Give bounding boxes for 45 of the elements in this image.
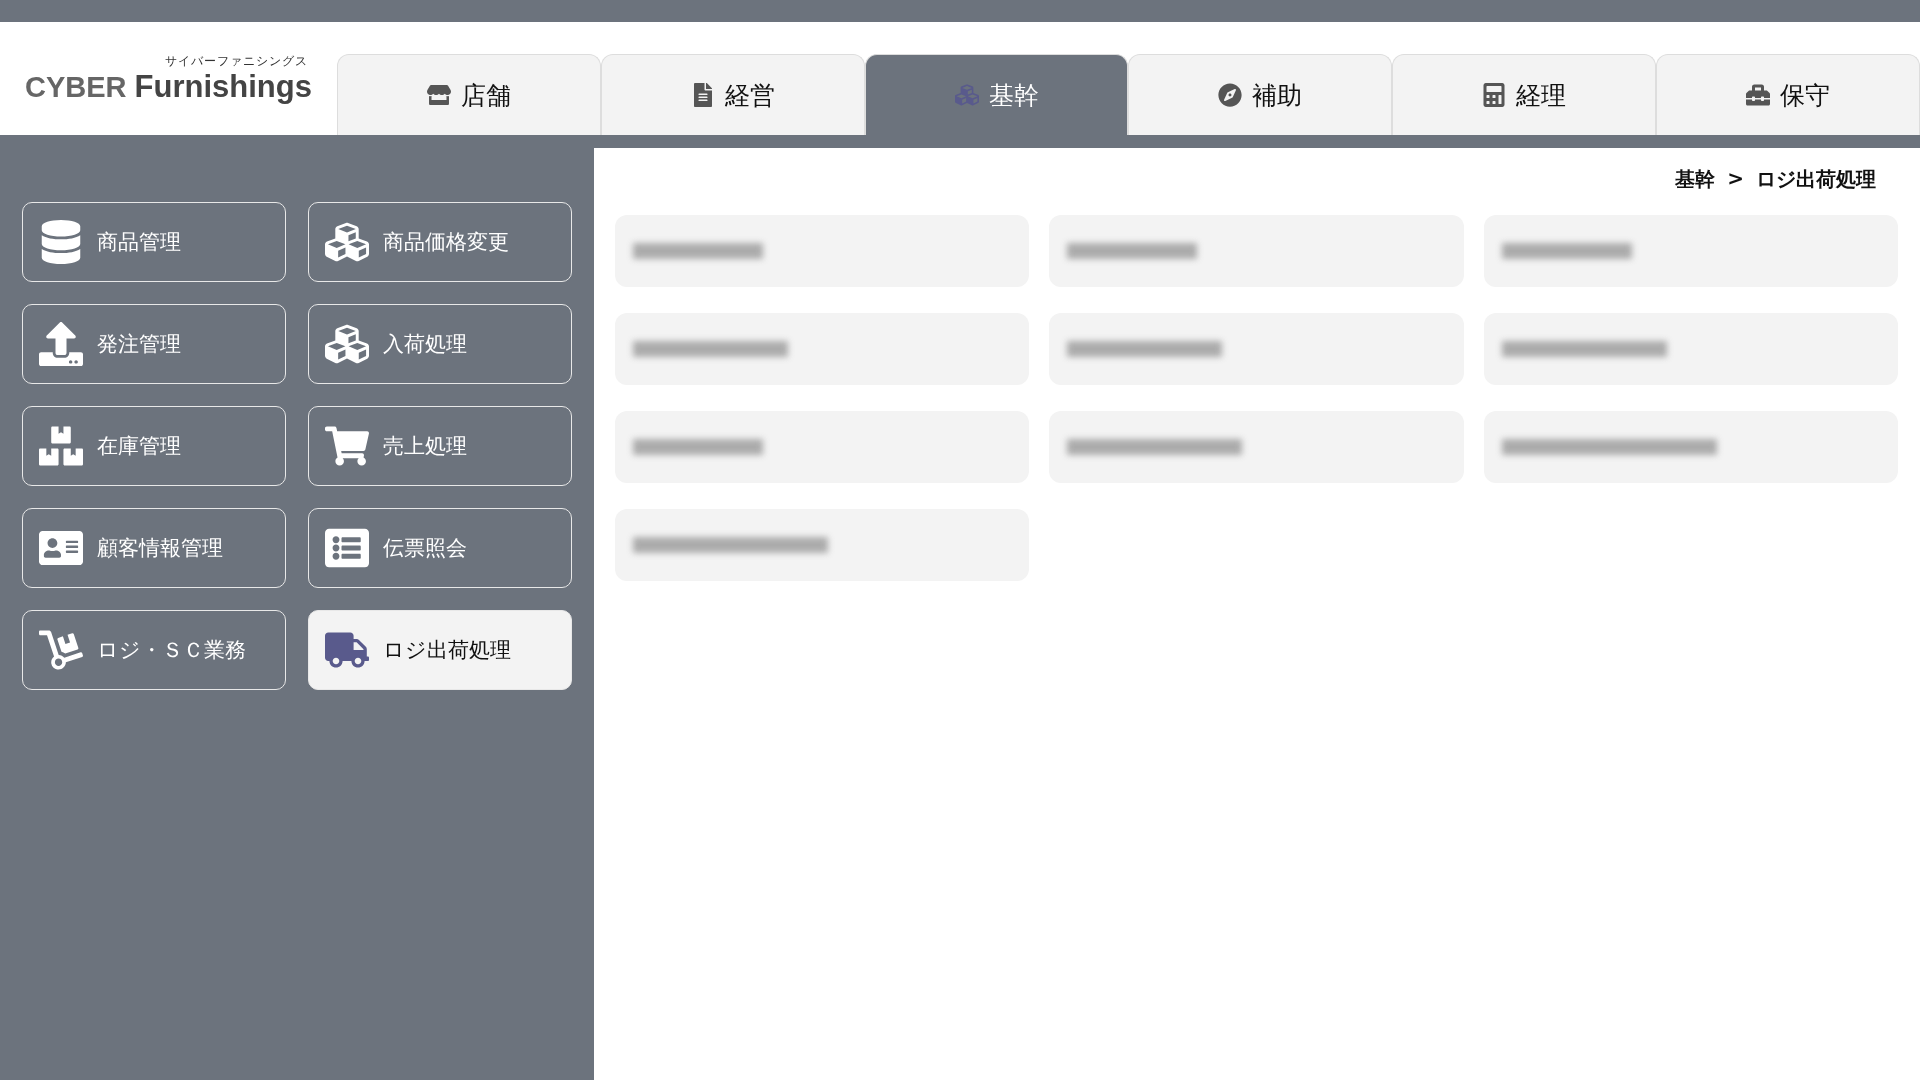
logo-text: Furnishings — [134, 69, 312, 105]
store-icon — [426, 83, 451, 107]
blurred-menu-button[interactable] — [1049, 411, 1464, 483]
sidebar-button[interactable]: ロジ・ＳＣ業務 — [22, 610, 286, 690]
nav-tab[interactable]: 基幹 — [864, 54, 1129, 135]
sidebar-button[interactable]: 伝票照会 — [308, 508, 572, 588]
compass-icon — [1218, 83, 1243, 107]
sidebar-button[interactable]: 商品価格変更 — [308, 202, 572, 282]
logo-subtitle: サイバーファニシングス — [164, 52, 308, 70]
toolbox-icon — [1746, 83, 1771, 107]
nav-tab[interactable]: 店舗 — [337, 54, 601, 135]
sidebar-button[interactable]: 発注管理 — [22, 304, 286, 384]
breadcrumb-current: ロジ出荷処理 — [1756, 166, 1876, 193]
cubes-icon — [954, 83, 979, 107]
blurred-menu-button[interactable] — [615, 509, 1030, 581]
nav-tab[interactable]: 補助 — [1128, 54, 1393, 135]
logo-text: CYBER — [25, 71, 127, 104]
cubes-icon — [325, 220, 369, 264]
blurred-menu-button[interactable] — [615, 215, 1030, 287]
database-icon — [39, 220, 83, 264]
nav-tab[interactable]: 経営 — [600, 54, 865, 135]
blurred-menu-button[interactable] — [1483, 411, 1898, 483]
cubes-icon — [325, 322, 369, 366]
breadcrumb-link[interactable]: 基幹 — [1675, 166, 1716, 193]
blurred-menu-button[interactable] — [1049, 215, 1464, 287]
sidebar-button[interactable]: 売上処理 — [308, 406, 572, 486]
breadcrumb-separator: > — [1727, 166, 1744, 192]
sidebar-button[interactable]: 顧客情報管理 — [22, 508, 286, 588]
upload-icon — [39, 322, 83, 366]
cart-icon — [325, 424, 369, 468]
sidebar-button[interactable]: 商品管理 — [22, 202, 286, 282]
blurred-menu-button[interactable] — [1483, 313, 1898, 385]
blurred-menu-button[interactable] — [1483, 215, 1898, 287]
list-icon — [325, 526, 369, 570]
calculator-icon — [1482, 83, 1507, 107]
sidebar-button[interactable]: 入荷処理 — [308, 304, 572, 384]
nav-tab[interactable]: 保守 — [1656, 54, 1920, 135]
blurred-menu-button[interactable] — [615, 313, 1030, 385]
sidebar-button[interactable]: ロジ出荷処理 — [308, 610, 572, 690]
blurred-menu-button[interactable] — [1049, 313, 1464, 385]
hand-truck-icon — [39, 628, 83, 672]
boxes-icon — [39, 424, 83, 468]
nav-tab[interactable]: 経理 — [1392, 54, 1657, 135]
sidebar-button[interactable]: 在庫管理 — [22, 406, 286, 486]
blurred-menu-button[interactable] — [615, 411, 1030, 483]
